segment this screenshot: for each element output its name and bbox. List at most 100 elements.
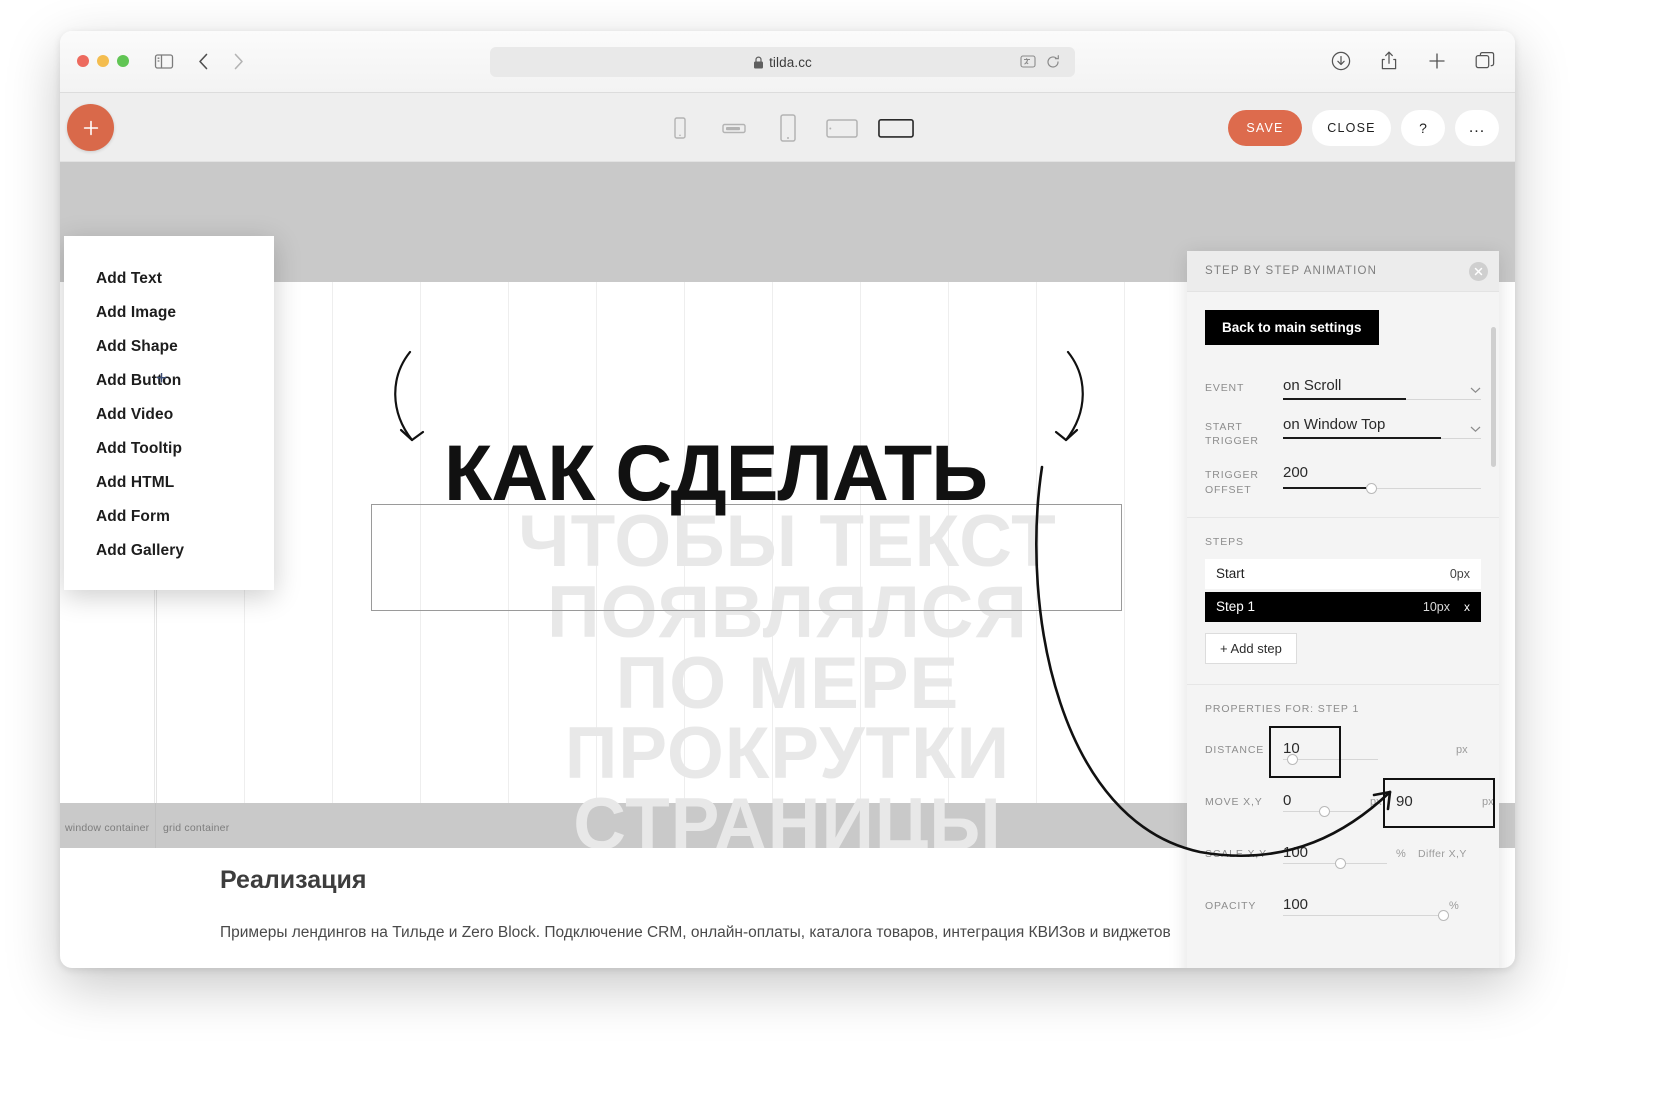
- lock-icon: [753, 56, 764, 69]
- device-tablet-landscape-icon[interactable]: [822, 108, 862, 148]
- scale-field[interactable]: 100: [1283, 843, 1387, 869]
- event-select-value: on Scroll: [1283, 377, 1342, 394]
- device-tablet-portrait-icon[interactable]: [768, 108, 808, 148]
- event-select[interactable]: on Scroll: [1283, 377, 1481, 400]
- element-selection-box[interactable]: [371, 504, 1122, 611]
- add-block-button[interactable]: [67, 104, 114, 151]
- menu-item-add-form[interactable]: Add Form: [64, 500, 274, 534]
- menu-item-add-image[interactable]: Add Image: [64, 296, 274, 330]
- section-title: Реализация: [220, 866, 367, 894]
- close-button[interactable]: CLOSE: [1312, 109, 1391, 146]
- move-y-field[interactable]: 90: [1383, 778, 1495, 829]
- differ-xy-toggle[interactable]: Differ X,Y: [1418, 848, 1467, 860]
- start-trigger-value: on Window Top: [1283, 416, 1386, 433]
- menu-item-add-shape[interactable]: Add Shape: [64, 330, 274, 364]
- panel-section-event: Back to main settings EVENT on Scroll ST…: [1187, 292, 1499, 518]
- add-step-button[interactable]: + Add step: [1205, 632, 1297, 664]
- trigger-offset-field[interactable]: 200: [1283, 464, 1481, 495]
- start-trigger-select[interactable]: on Window Top: [1283, 416, 1481, 439]
- nav-forward-icon[interactable]: [227, 50, 249, 77]
- more-options-button[interactable]: ...: [1455, 109, 1499, 146]
- translate-icon[interactable]: [1020, 54, 1037, 75]
- scale-slider[interactable]: [1283, 857, 1387, 869]
- minimize-window-button[interactable]: [97, 55, 109, 67]
- menu-item-add-gallery[interactable]: Add Gallery: [64, 534, 274, 568]
- help-button[interactable]: ?: [1401, 109, 1445, 146]
- panel-header: STEP BY STEP ANIMATION: [1187, 251, 1499, 292]
- download-icon[interactable]: [1329, 49, 1353, 78]
- opacity-slider[interactable]: [1283, 909, 1450, 921]
- field-start-trigger: START TRIGGER on Window Top: [1205, 416, 1481, 448]
- section-description: Примеры лендингов на Тильде и Zero Block…: [220, 924, 1171, 941]
- maximize-window-button[interactable]: [117, 55, 129, 67]
- prop-row-distance: DISTANCE 10 px: [1205, 725, 1481, 778]
- field-label-event: EVENT: [1205, 382, 1245, 394]
- prop-row-move-xy: MOVE X,Y 0 px 90 px: [1205, 778, 1495, 829]
- move-x-field[interactable]: 0: [1283, 792, 1361, 817]
- device-phone-portrait-icon[interactable]: [660, 108, 700, 148]
- opacity-field[interactable]: 100: [1283, 895, 1450, 921]
- label-grid-container: grid container: [163, 822, 230, 834]
- step-size: 10px: [1422, 599, 1450, 614]
- cursor-plus-icon: +: [156, 368, 168, 389]
- steps-label: STEPS: [1205, 535, 1244, 548]
- nav-back-icon[interactable]: [193, 50, 215, 77]
- field-label-trigger-offset: TRIGGER OFFSET: [1205, 464, 1283, 496]
- back-to-main-settings-button[interactable]: Back to main settings: [1205, 310, 1379, 345]
- menu-item-add-text[interactable]: Add Text: [64, 262, 274, 296]
- reload-icon[interactable]: [1045, 54, 1061, 75]
- share-icon[interactable]: [1377, 49, 1401, 78]
- editor-actions: SAVE CLOSE ? ...: [1228, 93, 1499, 162]
- panel-title: STEP BY STEP ANIMATION: [1205, 265, 1378, 277]
- url-bar[interactable]: tilda.cc: [490, 47, 1075, 77]
- device-phone-landscape-icon[interactable]: [714, 108, 754, 148]
- menu-item-add-video[interactable]: Add Video: [64, 398, 274, 432]
- step-row-start[interactable]: Start 0px: [1205, 558, 1481, 589]
- canvas-headline[interactable]: КАК СДЕЛАТЬ: [444, 427, 988, 519]
- step-row-step-1[interactable]: Step 1 10px x: [1205, 591, 1481, 622]
- close-icon[interactable]: [1469, 262, 1488, 281]
- move-x-unit: px: [1370, 795, 1382, 808]
- opacity-value: 100: [1283, 895, 1309, 913]
- menu-item-add-html[interactable]: Add HTML: [64, 466, 274, 500]
- prop-row-opacity: OPACITY 100 %: [1205, 889, 1481, 923]
- label-line: START: [1205, 421, 1243, 433]
- menu-item-add-button[interactable]: Add Button: [64, 364, 274, 398]
- chevron-down-icon: [1470, 381, 1481, 399]
- menu-item-add-tooltip[interactable]: Add Tooltip: [64, 432, 274, 466]
- distance-field[interactable]: 10: [1269, 725, 1378, 778]
- step-name: Step 1: [1216, 599, 1256, 615]
- add-element-menu: Add Text Add Image Add Shape Add Button …: [64, 236, 274, 590]
- prop-label-move-xy: MOVE X,Y: [1205, 795, 1263, 808]
- step-meta: 10px x: [1423, 600, 1470, 614]
- field-trigger-offset: TRIGGER OFFSET 200: [1205, 464, 1481, 496]
- field-label-start-trigger: START TRIGGER: [1205, 416, 1283, 448]
- new-tab-icon[interactable]: [1425, 49, 1449, 78]
- browser-window: tilda.cc SAVE CLOSE ? ... ЧТОБЫ ТЕКСТ ПО…: [60, 31, 1515, 968]
- move-y-unit: px: [1482, 795, 1494, 808]
- traffic-lights[interactable]: [77, 55, 129, 67]
- prop-row-scale-xy: SCALE X,Y 100 % Differ X,Y: [1205, 837, 1481, 871]
- label-window-container: window container: [65, 822, 150, 834]
- sidebar-toggle-icon[interactable]: [153, 50, 175, 77]
- close-window-button[interactable]: [77, 55, 89, 67]
- remove-step-button[interactable]: x: [1464, 600, 1470, 614]
- prop-label-scale-xy: SCALE X,Y: [1205, 847, 1267, 860]
- trigger-offset-value: 200: [1283, 464, 1309, 482]
- prop-label-distance: DISTANCE: [1205, 743, 1265, 756]
- panel-section-properties: PROPERTIES FOR: STEP 1 DISTANCE 10 px MO…: [1187, 685, 1499, 943]
- scale-value: 100: [1283, 843, 1309, 861]
- tab-overview-icon[interactable]: [1473, 49, 1497, 78]
- device-desktop-icon[interactable]: [876, 108, 916, 148]
- move-x-slider[interactable]: [1283, 805, 1361, 817]
- panel-scrollbar[interactable]: [1491, 327, 1496, 467]
- save-button[interactable]: SAVE: [1228, 109, 1302, 146]
- browser-chrome: tilda.cc: [60, 31, 1515, 93]
- step-name: Start: [1216, 566, 1245, 582]
- distance-slider[interactable]: [1283, 753, 1378, 765]
- label-line: TRIGGER: [1205, 435, 1259, 448]
- editor-toolbar: SAVE CLOSE ? ...: [60, 93, 1515, 162]
- step-animation-panel: STEP BY STEP ANIMATION Back to main sett…: [1187, 251, 1499, 968]
- scale-unit: %: [1396, 847, 1406, 860]
- trigger-offset-slider[interactable]: [1283, 483, 1481, 495]
